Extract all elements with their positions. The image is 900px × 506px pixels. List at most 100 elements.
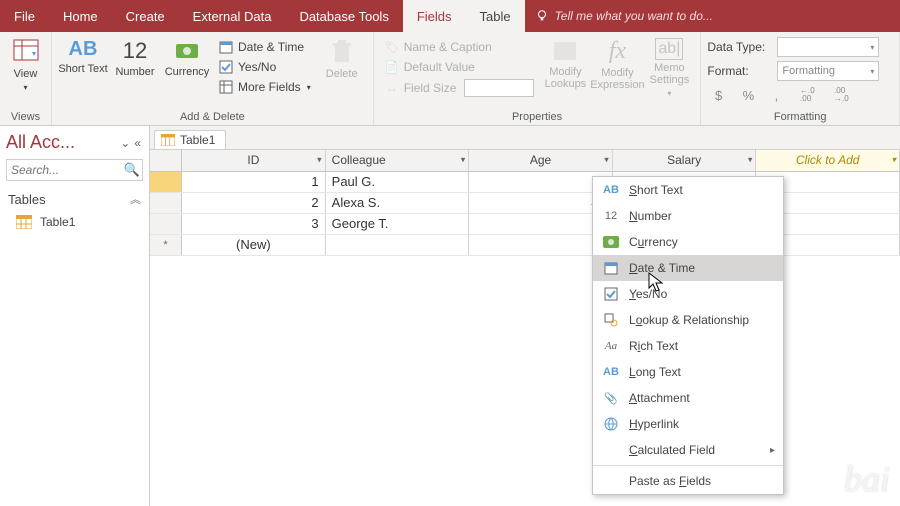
tab-external-data[interactable]: External Data <box>179 0 286 32</box>
collapse-group-icon[interactable]: ︽ <box>130 191 141 207</box>
menu-item-hyperlink[interactable]: Hyperlink <box>593 411 783 437</box>
menu-item-lookup[interactable]: Lookup & Relationship <box>593 307 783 333</box>
more-fields-label: More Fields <box>238 80 301 94</box>
short-text-icon: AB <box>69 38 98 61</box>
table-row[interactable]: 2 Alexa S. 45 € 1.243,00 <box>150 192 900 213</box>
field-size-input <box>464 79 534 97</box>
currency-button[interactable]: Currency <box>162 34 212 78</box>
comma-format-button[interactable]: , <box>767 86 785 104</box>
select-all-cell[interactable] <box>150 150 182 171</box>
column-dropdown-icon[interactable]: ▾ <box>891 155 896 166</box>
menu-separator <box>593 465 783 466</box>
menu-item-yes-no[interactable]: Yes/No <box>593 281 783 307</box>
cell-age[interactable]: 45 <box>469 192 613 213</box>
nav-search-input[interactable] <box>6 159 143 181</box>
menu-item-date-time[interactable]: Date & Time <box>593 255 783 281</box>
menu-item-attachment[interactable]: 📎 Attachment <box>593 385 783 411</box>
row-selector[interactable] <box>150 192 182 213</box>
column-dropdown-icon[interactable]: ▾ <box>461 155 466 166</box>
nav-title-label: All Acc... <box>6 132 75 153</box>
tab-create[interactable]: Create <box>112 0 179 32</box>
menu-item-rich-text[interactable]: Aa Rich Text <box>593 333 783 359</box>
fx-icon: fx <box>609 38 626 65</box>
cell-colleague[interactable]: George T. <box>325 213 469 234</box>
number-button[interactable]: 12 Number <box>110 34 160 78</box>
cell-colleague[interactable]: Alexa S. <box>325 192 469 213</box>
nav-group-tables[interactable]: Tables ︽ <box>0 187 149 211</box>
default-value-button: 📄 Default Value <box>380 58 539 76</box>
cell-colleague[interactable] <box>325 234 469 255</box>
currency-format-button[interactable]: $ <box>711 86 729 104</box>
table-row-new[interactable]: * (New) 0 € 0,00 <box>150 234 900 255</box>
table-row[interactable]: 3 George T. 27 € 756,00 <box>150 213 900 234</box>
datasheet-view-icon <box>12 38 40 66</box>
calendar-icon <box>218 39 234 55</box>
row-selector-new[interactable]: * <box>150 234 182 255</box>
menu-item-short-text[interactable]: AB Short Text <box>593 177 783 203</box>
cell-id[interactable]: 1 <box>182 171 326 192</box>
tab-table[interactable]: Table <box>466 0 525 32</box>
watermark: bai <box>844 458 890 500</box>
menu-item-calculated-field[interactable]: Calculated Field ▸ <box>593 437 783 463</box>
cell-id[interactable]: 3 <box>182 213 326 234</box>
more-fields-button[interactable]: More Fields ▾ <box>214 78 315 96</box>
menu-item-label: Calculated Field <box>629 443 715 457</box>
nav-dropdown-icon[interactable]: ⌄ <box>118 136 132 150</box>
short-text-button[interactable]: AB Short Text <box>58 34 108 75</box>
tab-fields[interactable]: Fields <box>403 0 466 32</box>
default-value-icon: 📄 <box>384 59 400 75</box>
column-dropdown-icon[interactable]: ▾ <box>604 155 609 166</box>
memo-settings-label: Memo Settings <box>644 62 694 86</box>
column-header-click-to-add[interactable]: Click to Add ▾ <box>756 150 900 171</box>
currency-icon <box>174 38 200 64</box>
click-to-add-label: Click to Add <box>796 153 860 167</box>
menu-item-paste-as-fields[interactable]: Paste as Fields <box>593 468 783 494</box>
column-dropdown-icon[interactable]: ▾ <box>317 155 322 166</box>
decrease-decimals-button[interactable]: .00→.0 <box>829 86 853 104</box>
tell-me-label: Tell me what you want to do... <box>555 9 713 23</box>
datasheet-grid[interactable]: ID▾ Colleague▾ Age▾ Salary▾ Click to Add… <box>150 150 900 506</box>
menu-item-long-text[interactable]: AB Long Text <box>593 359 783 385</box>
data-type-dropdown[interactable]: ▾ <box>777 37 879 57</box>
cell-new-label[interactable]: (New) <box>182 234 326 255</box>
row-selector[interactable] <box>150 213 182 234</box>
nav-title-row[interactable]: All Acc... ⌄ « <box>0 126 149 159</box>
cell-age[interactable]: 22 <box>469 171 613 192</box>
field-size-row: ↔ Field Size <box>380 78 539 98</box>
document-tab-table1[interactable]: Table1 <box>154 130 226 149</box>
view-button[interactable]: View ▾ <box>6 34 45 94</box>
cell-age[interactable]: 27 <box>469 213 613 234</box>
menu-item-number[interactable]: 12 Number <box>593 203 783 229</box>
tab-database-tools[interactable]: Database Tools <box>285 0 402 32</box>
short-text-label: Short Text <box>58 63 107 75</box>
cell-colleague[interactable]: Paul G. <box>325 171 469 192</box>
delete-label: Delete <box>326 68 358 80</box>
table-row[interactable]: 1 Paul G. 22 € 545,00 <box>150 171 900 192</box>
percent-format-button[interactable]: % <box>739 86 757 104</box>
yes-no-button[interactable]: Yes/No <box>214 58 315 76</box>
search-icon[interactable]: 🔍 <box>124 162 140 178</box>
column-header-salary[interactable]: Salary▾ <box>612 150 756 171</box>
column-header-age[interactable]: Age▾ <box>469 150 613 171</box>
nav-collapse-icon[interactable]: « <box>132 136 143 150</box>
tab-file[interactable]: File <box>0 0 49 32</box>
date-time-button[interactable]: Date & Time <box>214 38 315 56</box>
menu-item-currency[interactable]: Currency <box>593 229 783 255</box>
nav-item-table1[interactable]: Table1 <box>0 211 149 233</box>
modify-lookups-button: Modify Lookups <box>540 34 590 90</box>
tag-icon: 🏷 <box>384 39 400 55</box>
modify-lookups-label: Modify Lookups <box>540 66 590 90</box>
increase-decimals-button[interactable]: ←.0.00 <box>795 86 819 104</box>
column-dropdown-icon[interactable]: ▾ <box>748 155 753 166</box>
cell-id[interactable]: 2 <box>182 192 326 213</box>
calendar-icon <box>603 260 619 276</box>
column-header-colleague[interactable]: Colleague▾ <box>325 150 469 171</box>
navigation-pane: All Acc... ⌄ « 🔍 Tables ︽ Table1 <box>0 126 150 506</box>
tab-home[interactable]: Home <box>49 0 112 32</box>
format-dropdown[interactable]: Formatting▾ <box>777 61 879 81</box>
row-selector[interactable] <box>150 171 182 192</box>
column-header-id[interactable]: ID▾ <box>182 150 326 171</box>
nav-search: 🔍 <box>6 159 143 181</box>
tell-me[interactable]: Tell me what you want to do... <box>525 0 713 32</box>
cell-age[interactable]: 0 <box>469 234 613 255</box>
